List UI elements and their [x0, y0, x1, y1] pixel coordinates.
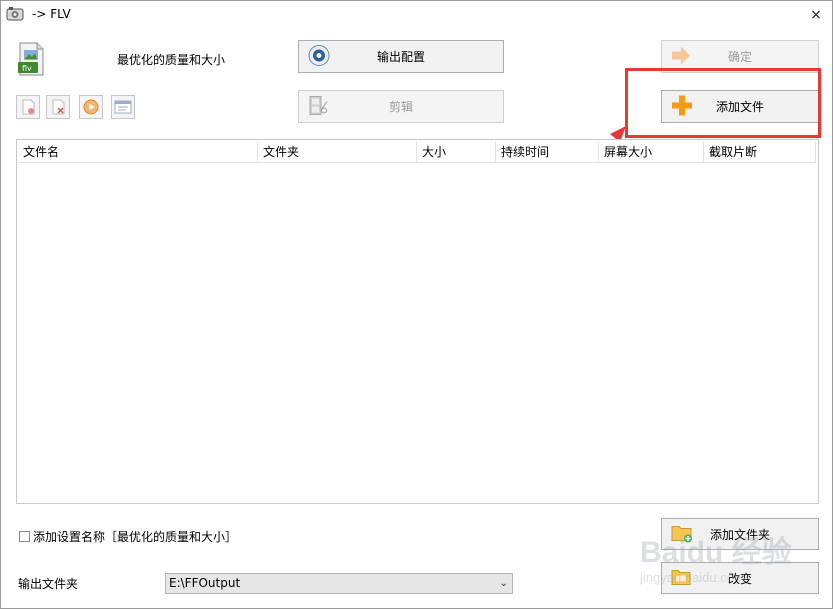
chevron-down-icon[interactable]: ⌄ — [500, 574, 508, 593]
table-header: 文件名 文件夹 大小 持续时间 屏幕大小 截取片断 — [18, 141, 817, 163]
flv-file-icon: flv — [17, 42, 45, 76]
remove-file-icon — [22, 99, 35, 115]
column-header-size[interactable]: 大小 — [417, 141, 496, 163]
edit-clip-button[interactable]: 剪辑 — [298, 90, 504, 123]
film-scissors-icon — [307, 93, 331, 120]
output-config-label: 输出配置 — [376, 50, 425, 64]
file-info-button[interactable] — [111, 95, 135, 119]
watermark-subtext: jingyan.baidu.com — [640, 570, 745, 585]
column-header-duration[interactable]: 持续时间 — [496, 141, 599, 163]
profile-label: 最优化的质量和大小 — [117, 53, 226, 67]
close-icon[interactable]: × — [810, 7, 822, 23]
window-title: -> FLV — [32, 7, 71, 21]
column-header-screen-size[interactable]: 屏幕大小 — [599, 141, 704, 163]
play-icon — [83, 99, 99, 115]
remove-file-button[interactable] — [16, 95, 40, 119]
watermark-text: Baidu 经验 — [640, 535, 792, 569]
add-setting-name-label: 添加设置名称［最优化的质量和大小］ — [33, 530, 238, 544]
clear-list-icon — [52, 99, 65, 115]
file-list-table[interactable]: 文件名 文件夹 大小 持续时间 屏幕大小 截取片断 — [16, 139, 819, 504]
output-folder-value: E:\FFOutput — [169, 576, 241, 590]
app-icon — [6, 6, 24, 22]
column-header-folder[interactable]: 文件夹 — [258, 141, 417, 163]
edit-clip-label: 剪辑 — [388, 100, 413, 114]
title-bar — [1, 1, 832, 31]
output-folder-label: 输出文件夹 — [18, 577, 79, 591]
flv-icon-text: flv — [22, 64, 32, 73]
annotation-highlight-box — [625, 68, 821, 138]
info-window-icon — [114, 100, 132, 114]
output-config-button[interactable]: 输出配置 — [298, 40, 504, 73]
add-setting-name-checkbox[interactable] — [19, 531, 30, 542]
output-folder-select[interactable]: E:\FFOutput ⌄ — [165, 573, 513, 594]
column-header-filename[interactable]: 文件名 — [18, 141, 258, 163]
close-button[interactable]: × — [806, 5, 826, 25]
clear-list-button[interactable] — [46, 95, 70, 119]
settings-gear-icon — [307, 43, 331, 70]
baidu-watermark: Baidu 经验 jingyan.baidu.com — [639, 520, 830, 590]
confirm-label: 确定 — [727, 50, 752, 64]
play-button[interactable] — [79, 95, 103, 119]
arrow-right-icon — [670, 45, 692, 68]
column-header-clip[interactable]: 截取片断 — [704, 141, 816, 163]
